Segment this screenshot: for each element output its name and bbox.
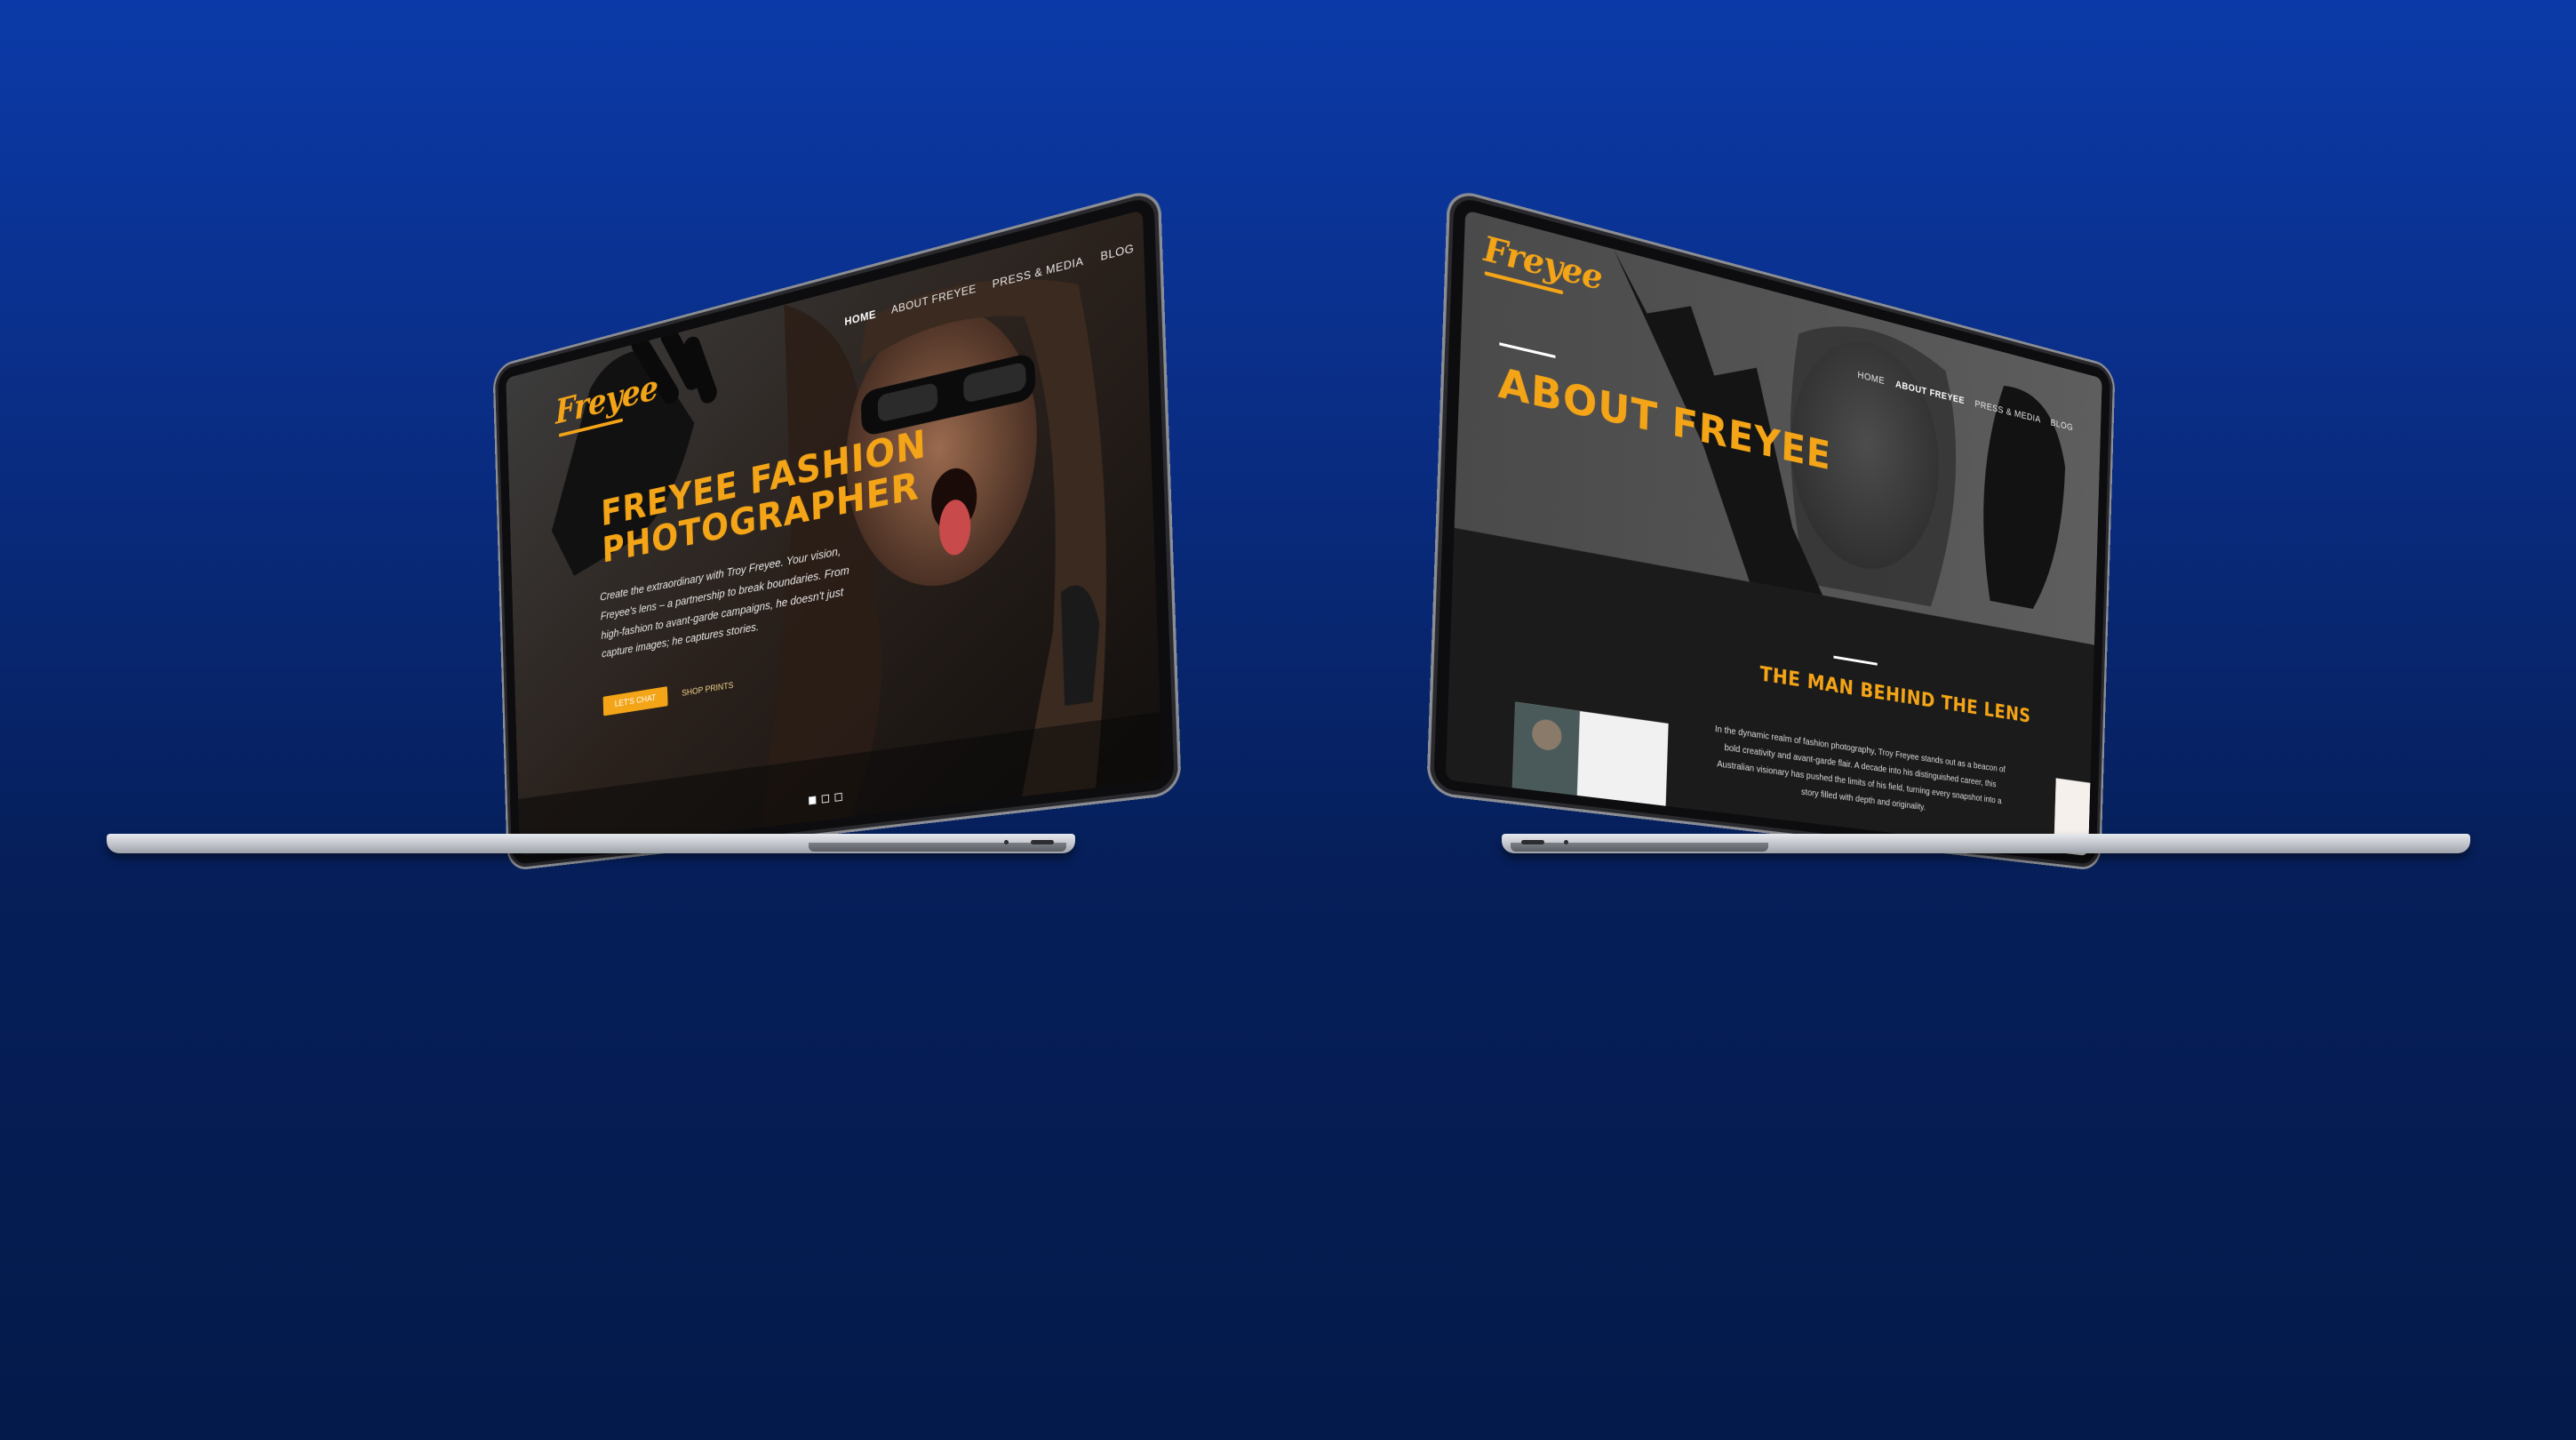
left-website-screen: Freyee HOME ABOUT FREYEE PRESS & MEDIA B… bbox=[506, 210, 1162, 856]
left-laptop-base bbox=[107, 834, 1075, 853]
carousel-dot[interactable] bbox=[809, 796, 816, 804]
usb-port bbox=[1004, 840, 1009, 844]
right-laptop-base bbox=[1502, 834, 2470, 853]
usb-port bbox=[1521, 840, 1544, 844]
hinge-notch bbox=[1511, 843, 1768, 852]
right-laptop-mockup: Freyee HOME ABOUT FREYEE PRESS & MEDIA B… bbox=[1422, 284, 2470, 889]
usb-port bbox=[1564, 840, 1568, 844]
left-laptop-mockup: Freyee HOME ABOUT FREYEE PRESS & MEDIA B… bbox=[107, 284, 1102, 889]
carousel-dot[interactable] bbox=[834, 793, 842, 802]
carousel-dot[interactable] bbox=[822, 795, 830, 804]
usb-port bbox=[1031, 840, 1054, 844]
right-website-screen: Freyee HOME ABOUT FREYEE PRESS & MEDIA B… bbox=[1446, 210, 2102, 856]
hinge-notch bbox=[809, 843, 1066, 852]
